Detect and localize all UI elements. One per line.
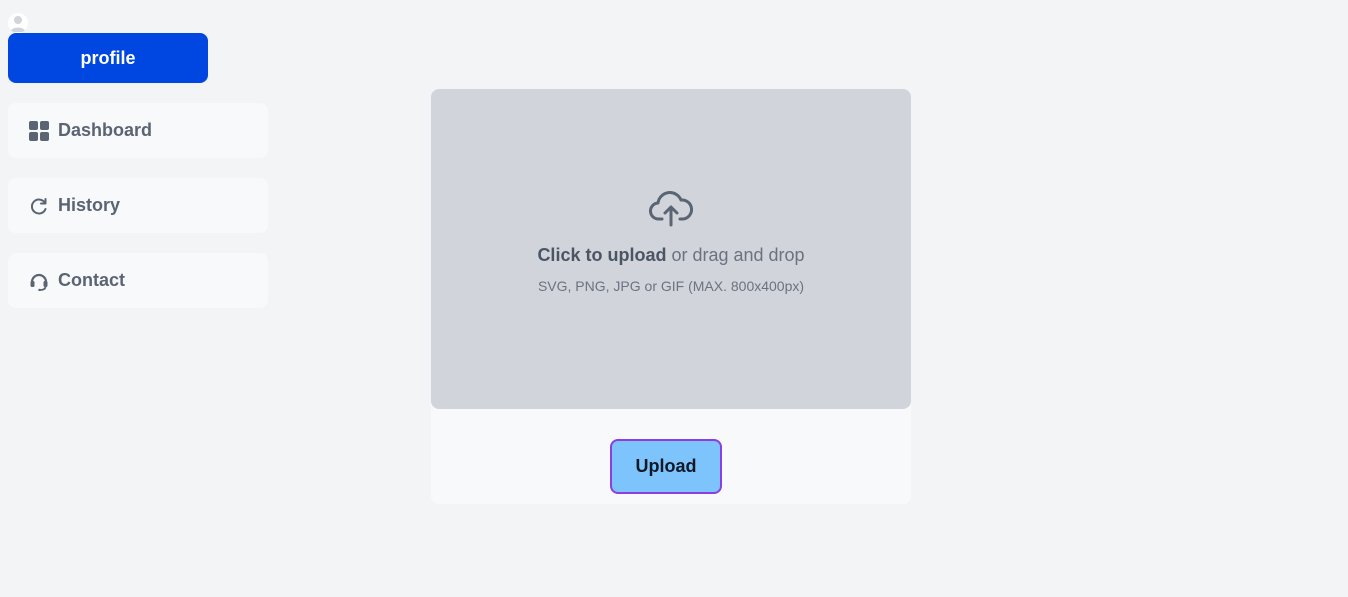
upload-button[interactable]: Upload <box>610 439 722 494</box>
refresh-icon <box>28 195 50 217</box>
dropzone-instructions: Click to upload or drag and drop <box>537 245 804 266</box>
sidebar-item-contact[interactable]: Contact <box>8 253 268 308</box>
sidebar-item-history[interactable]: History <box>8 178 268 233</box>
profile-button[interactable]: profile <box>8 33 208 83</box>
upload-card: Click to upload or drag and drop SVG, PN… <box>431 89 911 504</box>
sidebar-item-label: Contact <box>58 270 125 290</box>
file-type-hint: SVG, PNG, JPG or GIF (MAX. 800x400px) <box>537 278 805 294</box>
cloud-upload-icon <box>649 189 693 229</box>
sidebar-item-dashboard[interactable]: Dashboard <box>8 103 268 158</box>
sidebar-item-label: History <box>58 195 121 215</box>
grid-icon <box>28 120 50 142</box>
drag-drop-text: or drag and drop <box>666 245 805 265</box>
upload-dropzone[interactable]: Click to upload or drag and drop SVG, PN… <box>431 89 911 409</box>
click-to-upload-text: Click to upload <box>537 245 667 265</box>
sidebar-item-label: Dashboard <box>58 120 153 140</box>
avatar-icon[interactable] <box>8 13 28 33</box>
headset-icon <box>28 270 50 292</box>
